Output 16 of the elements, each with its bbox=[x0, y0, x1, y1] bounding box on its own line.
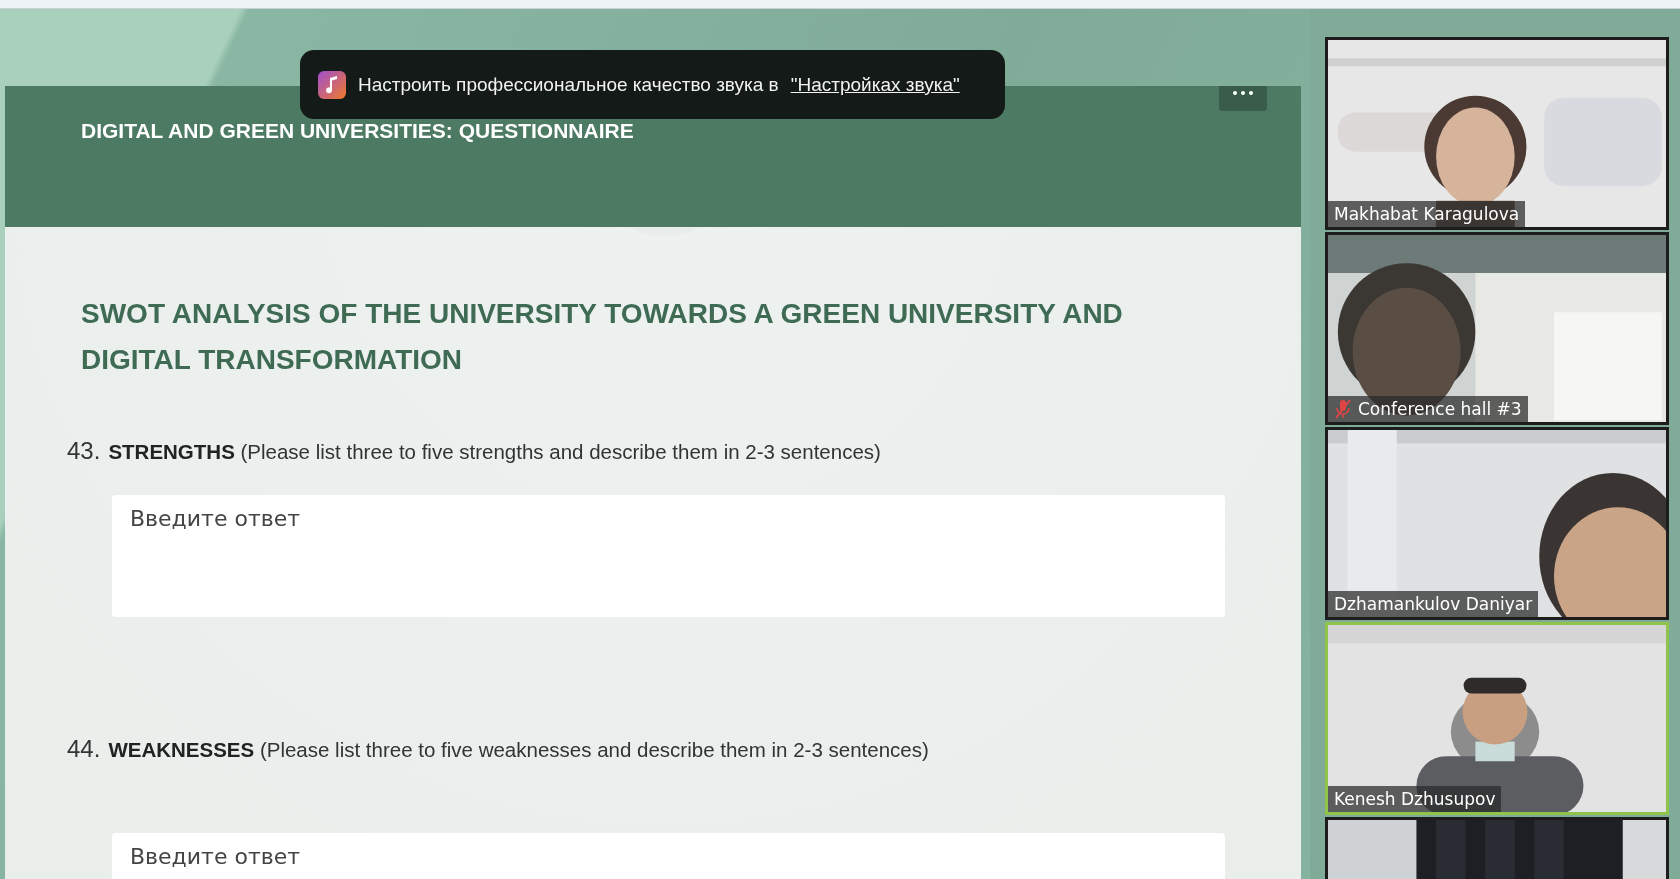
more-icon bbox=[1233, 91, 1253, 95]
form-title: DIGITAL AND GREEN UNIVERSITIES: QUESTIONNAIRE bbox=[81, 119, 635, 143]
question-text: STRENGTHS (Please list three to five strengths and describe them in 2-3 sentences) bbox=[108, 440, 881, 464]
name-label: Makhabat Karagulova bbox=[1328, 201, 1526, 227]
sound-settings-link[interactable]: "Настройках звука" bbox=[790, 73, 960, 96]
name-label: Kenesh Dzhusupov bbox=[1328, 786, 1502, 812]
music-note-icon bbox=[318, 70, 346, 99]
toast-text: Настроить профессиональное качество звука в bbox=[358, 73, 779, 96]
question-number: 44. bbox=[67, 735, 101, 763]
answer-field[interactable]: Введите ответ bbox=[112, 495, 1225, 617]
name-label: Conference hall #3 bbox=[1328, 396, 1528, 422]
name-label: Dzhamankulov Daniyar bbox=[1328, 591, 1539, 617]
answer-field[interactable]: Введите ответ bbox=[112, 833, 1225, 879]
question-number: 43. bbox=[67, 437, 101, 465]
question-text: WEAKNESSES (Please list three to five weaknesses and describe them in 2-3 sentences) bbox=[108, 738, 929, 762]
section-title: SWOT ANALYSIS OF THE UNIVERSITY TOWARDS A GREEN UNIVERSITY AND DIGITAL TRANSFORMATION bbox=[81, 297, 1124, 377]
